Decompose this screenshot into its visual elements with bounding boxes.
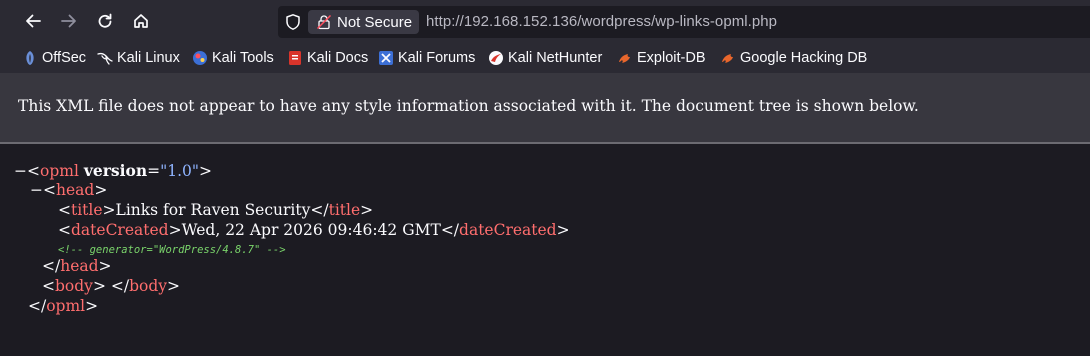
bookmarks-toolbar: OffSec Kali Linux Kali Tools Kali Docs K… [0,42,1090,73]
bookmark-label: Kali Linux [117,50,180,66]
reload-button[interactable] [90,6,120,36]
head-tag: head [56,181,95,199]
ghdb-icon [722,54,733,63]
bookmark-kali-nethunter[interactable]: Kali NetHunter [488,48,602,68]
kali-forums-icon [379,51,393,65]
opml-close-line: </opml> [28,297,99,315]
bookmark-label: Kali Forums [398,50,476,66]
back-button[interactable] [18,6,48,36]
body-close-tag: body [129,277,167,295]
xml-style-info-bar: This XML file does not appear to have an… [0,73,1090,144]
head-close-line: </head> [42,257,112,275]
kali-dragon-icon [97,52,113,65]
generator-comment-line: <!-- generator="WordPress/4.8.7" --> [58,238,286,258]
bookmark-label: Google Hacking DB [740,50,868,66]
bookmark-kali-docs[interactable]: Kali Docs [287,48,368,68]
version-value: "1.0" [160,162,200,180]
reload-icon [98,13,112,28]
tracking-protection-shield-icon[interactable] [284,13,302,31]
bookmark-label: Kali Tools [212,50,274,66]
home-icon [134,14,148,28]
date-created-close-tag: dateCreated [459,221,557,239]
date-created-text: Wed, 22 Apr 2026 09:46:42 GMT [181,221,441,239]
xml-document-tree: −<opml version="1.0"> −<head> <title>Lin… [0,144,1090,356]
bookmark-kali-forums[interactable]: Kali Forums [378,48,475,68]
not-secure-label: Not Secure [337,13,413,31]
version-attr: version [83,161,148,180]
browser-toolbar: Not Secure http://192.168.152.136/wordpr… [0,0,1090,42]
collapse-toggle[interactable]: − [14,162,27,180]
title-line: <title>Links for Raven Security</title> [58,201,374,219]
head-close-tag: head [60,257,99,275]
title-tag: title [71,201,103,219]
bookmark-label: OffSec [42,50,87,66]
generator-comment: <!-- generator="WordPress/4.8.7" --> [58,244,286,256]
offsec-icon [26,51,34,65]
home-button[interactable] [126,6,156,36]
bookmark-kali-tools[interactable]: Kali Tools [192,48,274,68]
bookmark-label: Kali NetHunter [508,50,603,66]
bookmark-offsec[interactable]: OffSec [22,48,86,68]
info-message: This XML file does not appear to have an… [18,97,919,115]
bookmark-label: Kali Docs [307,50,369,66]
forward-button[interactable] [54,6,84,36]
nethunter-icon [489,51,503,65]
bookmark-kali-linux[interactable]: Kali Linux [97,48,180,68]
bookmark-exploit-db[interactable]: Exploit-DB [617,48,706,68]
title-text: Links for Raven Security [115,201,311,219]
opml-tag: opml [40,162,79,180]
bookmark-label: Exploit-DB [637,50,706,66]
back-arrow-icon [26,14,41,28]
address-bar[interactable]: Not Secure http://192.168.152.136/wordpr… [278,6,1090,38]
url-text[interactable]: http://192.168.152.136/wordpress/wp-link… [426,13,777,30]
kali-tools-icon [193,51,207,65]
head-open-line: −<head> [30,181,108,199]
title-close-tag: title [328,201,361,219]
insecure-lock-icon [316,14,332,30]
date-created-tag: dateCreated [71,221,169,239]
opml-close-tag: opml [46,297,86,315]
bookmark-google-hacking-db[interactable]: Google Hacking DB [720,48,867,68]
body-tag: body [55,277,93,295]
kali-docs-icon [289,51,301,65]
date-created-line: <dateCreated>Wed, 22 Apr 2026 09:46:42 G… [58,221,570,239]
url-host: http://192.168.152.136 [426,13,578,30]
url-path: /wordpress/wp-links-opml.php [577,13,778,30]
not-secure-indicator[interactable]: Not Secure [308,10,419,34]
opml-open-line: −<opml version="1.0"> [14,161,213,180]
forward-arrow-icon [61,14,76,28]
exploit-db-icon [619,54,630,63]
body-line: <body> </body> [42,277,180,295]
collapse-toggle[interactable]: − [30,181,43,199]
